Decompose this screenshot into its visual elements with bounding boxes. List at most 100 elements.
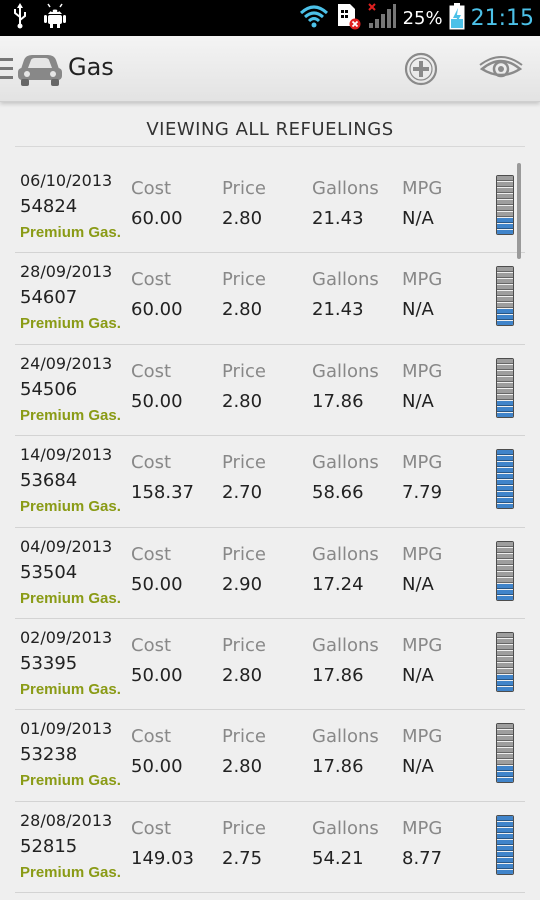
tank-gauge [496,175,514,235]
gauge-segment [497,827,513,833]
car-icon[interactable] [16,48,64,92]
cost-value: 60.00 [131,299,183,321]
gauge-segment [497,400,513,406]
price-label: Price [222,726,266,748]
gauge-segment [497,468,513,474]
odometer-value: 52815 [20,835,78,857]
refueling-row[interactable]: 02/09/2013 53395 Premium Gas. Cost Price… [15,619,525,711]
odometer-value: 53684 [20,470,78,492]
gallons-label: Gallons [312,360,379,382]
price-value: 2.75 [222,847,263,869]
cost-value: 158.37 [131,482,194,504]
gauge-segment [497,206,513,211]
gauge-segment [497,778,513,783]
menu-icon[interactable] [0,56,14,82]
fuel-type: Premium Gas. [20,498,121,516]
gauge-segment [497,680,513,686]
gauge-segment [497,577,513,583]
gauge-segment [497,632,513,638]
view-options-button[interactable] [478,51,524,87]
gauge-segment [497,486,513,492]
cost-label: Cost [131,726,172,748]
refuel-date: 28/08/2013 [20,810,113,830]
cost-label: Cost [131,817,172,839]
refueling-row[interactable]: 28/09/2013 54607 Premium Gas. Cost Price… [15,253,525,345]
mpg-value: N/A [402,756,434,778]
gauge-segment [497,650,513,656]
add-refueling-button[interactable] [402,49,440,89]
status-bar: 25% 21:15 [0,0,540,36]
price-value: 2.80 [222,208,263,229]
price-label: Price [222,269,266,291]
signal-no-service-icon [367,2,397,34]
gauge-segment [497,595,513,600]
gauge-segment [497,382,513,388]
odometer-value: 54607 [20,287,78,309]
gauge-segment [497,462,513,468]
refueling-row[interactable]: 14/09/2013 53684 Premium Gas. Cost Price… [15,436,525,528]
price-value: 2.90 [222,573,263,595]
odometer-value: 53238 [20,744,78,766]
gauge-segment [497,388,513,394]
refueling-list[interactable]: 06/10/2013 54824 Premium Gas. Cost Price… [15,162,525,894]
price-value: 2.80 [222,299,263,321]
gauge-segment [497,498,513,504]
refueling-row[interactable]: 01/09/2013 53238 Premium Gas. Cost Price… [15,710,525,802]
gauge-segment [497,845,513,851]
gauge-segment [497,176,513,181]
cost-value: 60.00 [131,208,183,229]
gauge-segment [497,821,513,827]
gallons-value: 21.43 [312,299,364,321]
gauge-segment [497,224,513,229]
gallons-value: 17.86 [312,390,364,412]
scrollbar[interactable] [517,163,521,259]
gauge-segment [497,450,513,456]
mpg-value: N/A [402,208,434,229]
mpg-label: MPG [402,178,443,199]
gallons-value: 21.43 [312,208,364,229]
gauge-segment [497,394,513,400]
cost-value: 50.00 [131,664,183,686]
gauge-segment [497,492,513,498]
gauge-segment [497,547,513,553]
gauge-segment [497,833,513,839]
gauge-segment [497,766,513,772]
tank-gauge [496,357,514,418]
gauge-segment [497,194,513,199]
gauge-segment [497,358,513,364]
gauge-segment [497,638,513,644]
gauge-segment [497,571,513,577]
refuel-date: 04/09/2013 [20,536,113,556]
gallons-value: 58.66 [312,482,364,504]
refueling-row[interactable]: 06/10/2013 54824 Premium Gas. Cost Price… [15,162,525,254]
odometer-value: 53504 [20,561,78,583]
gauge-segment [497,656,513,662]
clock: 21:15 [470,5,534,31]
gauge-segment [497,553,513,559]
refuel-date: 06/10/2013 [20,171,113,190]
refueling-row[interactable]: 24/09/2013 54506 Premium Gas. Cost Price… [15,345,525,437]
eye-icon [479,56,523,78]
mpg-label: MPG [402,817,443,839]
mpg-value: N/A [402,299,434,321]
gauge-segment [497,230,513,234]
gauge-segment [497,212,513,217]
gauge-segment [497,456,513,462]
gauge-segment [497,267,513,273]
refueling-row[interactable]: 28/08/2013 52815 Premium Gas. Cost Price… [15,802,525,894]
section-header: VIEWING ALL REFUELINGS [146,119,394,140]
gallons-value: 17.24 [312,573,364,595]
mpg-value: N/A [402,664,434,686]
fuel-type: Premium Gas. [20,772,121,790]
gauge-segment [497,839,513,845]
refueling-row[interactable]: 04/09/2013 53504 Premium Gas. Cost Price… [15,528,525,619]
gauge-segment [497,370,513,376]
price-label: Price [222,543,266,565]
page-title: Gas [68,53,114,81]
price-value: 2.70 [222,482,263,504]
gauge-segment [497,674,513,680]
refuel-date: 24/09/2013 [20,353,113,373]
gallons-value: 17.86 [312,664,364,686]
tank-gauge [496,540,514,601]
price-label: Price [222,817,266,839]
